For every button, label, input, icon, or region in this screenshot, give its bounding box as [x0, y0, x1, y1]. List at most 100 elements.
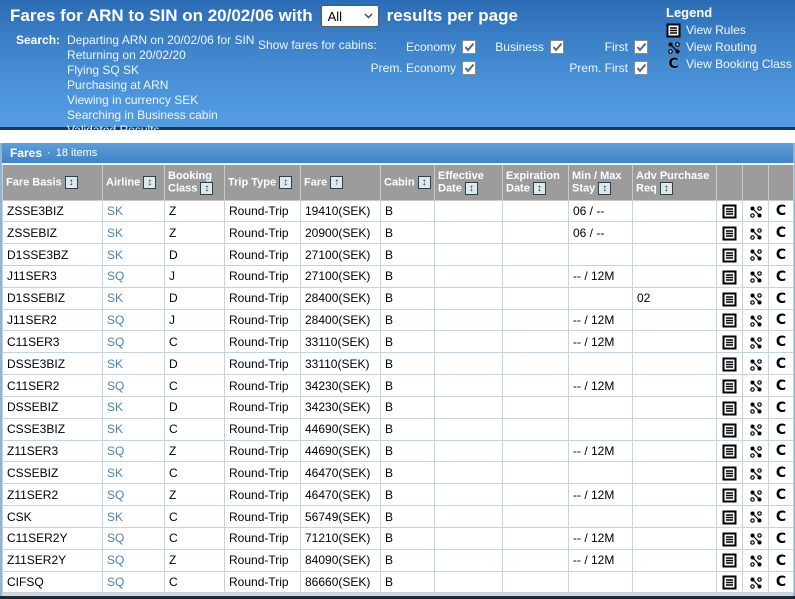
sort-icon[interactable]: ↕	[65, 176, 78, 189]
airline-link[interactable]: SK	[107, 248, 123, 262]
view-booking-class-button[interactable]: C	[769, 331, 794, 353]
airline-link[interactable]: SQ	[107, 531, 124, 545]
view-routing-button[interactable]	[743, 571, 769, 593]
view-routing-button[interactable]	[743, 331, 769, 353]
view-booking-class-button[interactable]: C	[769, 396, 794, 418]
view-rules-button[interactable]	[717, 200, 743, 222]
airline-link[interactable]: SQ	[107, 444, 124, 458]
cabin-first-checkbox[interactable]	[634, 40, 648, 54]
airline-link[interactable]: SK	[107, 226, 123, 240]
view-rules-button[interactable]	[717, 549, 743, 571]
view-routing-button[interactable]	[743, 462, 769, 484]
view-routing-button[interactable]	[743, 527, 769, 549]
view-rules-button[interactable]	[717, 287, 743, 309]
sort-ascending-icon[interactable]: ↑	[330, 176, 343, 189]
view-booking-class-button[interactable]: C	[769, 353, 794, 375]
cabin-economy-checkbox[interactable]	[462, 40, 476, 54]
view-routing-button[interactable]	[743, 375, 769, 397]
column-header-effective-date[interactable]: Effective Date↕	[435, 164, 503, 200]
column-header-min-max-stay[interactable]: Min / Max Stay↕	[569, 164, 633, 200]
airline-link[interactable]: SK	[107, 357, 123, 371]
view-booking-class-button[interactable]: C	[769, 265, 794, 287]
view-rules-button[interactable]	[717, 331, 743, 353]
column-header-expiration-date[interactable]: Expiration Date↕	[503, 164, 569, 200]
view-rules-button[interactable]	[717, 462, 743, 484]
sort-icon[interactable]: ↕	[279, 176, 292, 189]
view-booking-class-button[interactable]: C	[769, 200, 794, 222]
view-routing-button[interactable]	[743, 440, 769, 462]
view-booking-class-button[interactable]: C	[769, 222, 794, 244]
column-header-adv-purchase-req[interactable]: Adv Purchase Req↕	[633, 164, 717, 200]
view-rules-button[interactable]	[717, 375, 743, 397]
view-routing-button[interactable]	[743, 549, 769, 571]
view-booking-class-button[interactable]: C	[769, 462, 794, 484]
airline-link[interactable]: SQ	[107, 379, 124, 393]
view-booking-class-button[interactable]: C	[769, 549, 794, 571]
sort-icon[interactable]: ↕	[418, 176, 431, 189]
view-rules-button[interactable]	[717, 484, 743, 506]
column-header-booking-class[interactable]: Booking Class↕	[165, 164, 225, 200]
view-routing-button[interactable]	[743, 353, 769, 375]
view-routing-button[interactable]	[743, 265, 769, 287]
airline-link[interactable]: SQ	[107, 269, 124, 283]
view-rules-button[interactable]	[717, 265, 743, 287]
view-booking-class-button[interactable]: C	[769, 287, 794, 309]
sort-icon[interactable]: ↕	[533, 182, 546, 195]
sort-icon[interactable]: ↕	[143, 176, 156, 189]
view-routing-button[interactable]	[743, 396, 769, 418]
sort-icon[interactable]: ↕	[200, 182, 213, 195]
column-header-fare[interactable]: Fare↑	[301, 164, 381, 200]
view-rules-button[interactable]	[717, 527, 743, 549]
airline-link[interactable]: SK	[107, 422, 123, 436]
view-booking-class-button[interactable]: C	[769, 375, 794, 397]
cell-expiration-date	[503, 571, 569, 593]
sort-icon[interactable]: ↕	[660, 182, 673, 195]
airline-link[interactable]: SK	[107, 400, 123, 414]
view-booking-class-button[interactable]: C	[769, 418, 794, 440]
view-rules-button[interactable]	[717, 222, 743, 244]
airline-link[interactable]: SK	[107, 204, 123, 218]
view-booking-class-button[interactable]: C	[769, 484, 794, 506]
results-per-page-select[interactable]: All	[321, 5, 379, 27]
cabin-business-checkbox[interactable]	[550, 40, 564, 54]
airline-link[interactable]: SK	[107, 510, 123, 524]
sort-icon[interactable]: ↕	[598, 182, 611, 195]
airline-link[interactable]: SQ	[107, 488, 124, 502]
view-routing-button[interactable]	[743, 200, 769, 222]
airline-link[interactable]: SK	[107, 291, 123, 305]
view-rules-button[interactable]	[717, 244, 743, 266]
view-rules-button[interactable]	[717, 396, 743, 418]
airline-link[interactable]: SQ	[107, 335, 124, 349]
column-header-fare-basis[interactable]: Fare Basis↕	[3, 164, 103, 200]
view-booking-class-button[interactable]: C	[769, 527, 794, 549]
view-routing-button[interactable]	[743, 309, 769, 331]
view-rules-button[interactable]	[717, 418, 743, 440]
view-routing-button[interactable]	[743, 222, 769, 244]
column-header-trip-type[interactable]: Trip Type↕	[225, 164, 301, 200]
column-header-airline[interactable]: Airline↕	[103, 164, 165, 200]
cabin-prem-economy-checkbox[interactable]	[462, 61, 476, 75]
airline-link[interactable]: SQ	[107, 575, 124, 589]
view-rules-button[interactable]	[717, 309, 743, 331]
view-rules-button[interactable]	[717, 353, 743, 375]
airline-link[interactable]: SQ	[107, 313, 124, 327]
airline-link[interactable]: SK	[107, 466, 123, 480]
view-rules-button[interactable]	[717, 571, 743, 593]
view-rules-button[interactable]	[717, 440, 743, 462]
view-booking-class-button[interactable]: C	[769, 571, 794, 593]
view-routing-button[interactable]	[743, 287, 769, 309]
view-routing-button[interactable]	[743, 244, 769, 266]
view-booking-class-button[interactable]: C	[769, 440, 794, 462]
view-routing-button[interactable]	[743, 506, 769, 528]
view-booking-class-button[interactable]: C	[769, 244, 794, 266]
cabin-prem-first-checkbox[interactable]	[634, 61, 648, 75]
view-routing-button[interactable]	[743, 418, 769, 440]
cell-booking-class: D	[165, 287, 225, 309]
sort-icon[interactable]: ↕	[465, 182, 478, 195]
view-rules-button[interactable]	[717, 506, 743, 528]
view-booking-class-button[interactable]: C	[769, 506, 794, 528]
view-booking-class-button[interactable]: C	[769, 309, 794, 331]
airline-link[interactable]: SQ	[107, 553, 124, 567]
column-header-cabin[interactable]: Cabin↕	[381, 164, 435, 200]
view-routing-button[interactable]	[743, 484, 769, 506]
